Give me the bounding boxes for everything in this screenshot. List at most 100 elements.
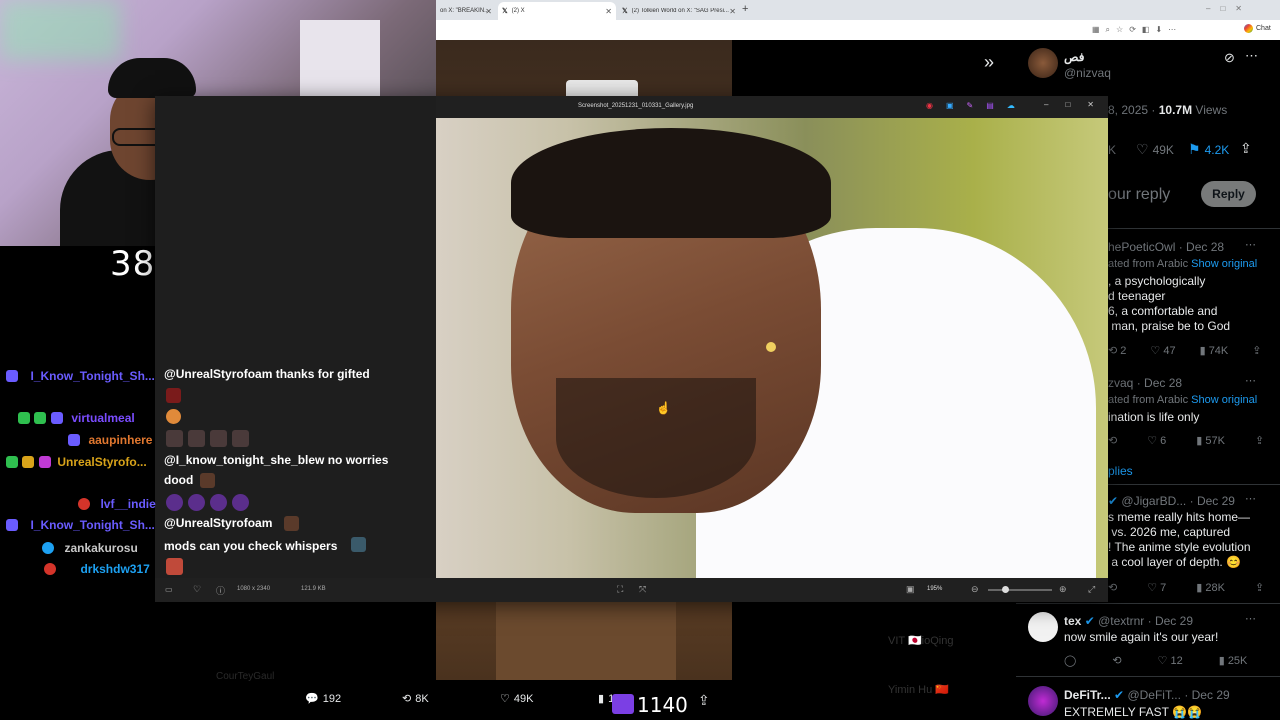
chat-username[interactable]: I_Know_Tonight_Sh... [30, 369, 154, 383]
like-button[interactable]: ♡ 49K [1136, 141, 1174, 158]
retweet-count[interactable]: K [1108, 143, 1116, 157]
like-count: 7 [1160, 582, 1167, 594]
browser-tab-bar: on X: "BREAKIN... ✕ 𝕏 (2) X ✕ 𝕏 (2) Tolk… [436, 0, 1280, 20]
reply-avatar[interactable] [1028, 686, 1058, 716]
crop-icon[interactable]: ▣ [946, 101, 954, 110]
share-icon[interactable]: ⇪ [1255, 434, 1264, 447]
chat-button[interactable]: Chat [1244, 24, 1271, 33]
favorite-icon[interactable]: ♡ [193, 584, 201, 595]
reply-text: s meme really hits home— vs. 2026 me, ca… [1108, 510, 1251, 569]
reply-item[interactable]: ✔ @JigarBD... · Dec 29 [1108, 494, 1235, 508]
like-button[interactable]: ♡ 7 [1147, 581, 1166, 594]
close-tab-icon[interactable]: ✕ [605, 7, 612, 16]
like-button[interactable]: ♡ 6 [1147, 434, 1166, 447]
show-original-link[interactable]: Show original [1191, 394, 1257, 406]
zoom-level[interactable]: 195% [927, 586, 942, 592]
reply-count-button[interactable]: 💬 192 [305, 692, 341, 706]
share-icon[interactable]: ⇪ [1255, 581, 1264, 594]
like-count-button[interactable]: ♡ 49K [500, 692, 534, 706]
more-icon[interactable]: ⋯ [1245, 48, 1258, 64]
reply-author[interactable]: hePoeticOwl [1108, 240, 1175, 254]
edit-icon[interactable]: ◉ [926, 101, 933, 110]
reply-author[interactable]: tex [1064, 614, 1081, 628]
reply-date: · Dec 28 [1178, 240, 1225, 254]
maximize-icon[interactable]: □ [1065, 100, 1070, 109]
actual-size-icon[interactable]: ▣ [906, 584, 915, 595]
chat-username[interactable]: aaupinhere [88, 433, 152, 447]
reply-avatar[interactable] [1028, 612, 1058, 642]
like-button[interactable]: ♡ 47 [1150, 344, 1175, 357]
viewer-photo[interactable]: ☝ [436, 118, 1108, 578]
likes-count: 49K [513, 692, 534, 705]
zoom-in-icon[interactable]: ⊕ [1059, 584, 1067, 595]
zoom-slider[interactable] [988, 586, 1052, 593]
more-icon[interactable]: ⋯ [1245, 238, 1256, 251]
browser-tab[interactable]: on X: "BREAKIN... ✕ [436, 2, 496, 20]
views-count: 57K [1205, 435, 1225, 447]
expand-icon[interactable]: » [984, 52, 994, 73]
show-replies-link[interactable]: plies [1108, 464, 1133, 478]
chat-username[interactable]: virtualmeal [71, 411, 134, 425]
more-icon[interactable]: ⋯ [1245, 612, 1256, 625]
bookmark-button[interactable]: ⚑ 4.2K [1188, 141, 1229, 158]
retweet-count-button[interactable]: ⟲ 8K [402, 692, 429, 706]
author-handle[interactable]: @nizvaq [1064, 66, 1111, 80]
retweet-button[interactable]: ⟲ 2 [1108, 344, 1126, 357]
zoom-slider-thumb[interactable] [1002, 586, 1009, 593]
chat-message: mods can you check whispers [164, 539, 338, 553]
reply-handle[interactable]: @DeFiT... [1127, 688, 1181, 702]
reply-input[interactable]: our reply [1108, 186, 1170, 204]
author-name[interactable]: فص [1064, 50, 1084, 64]
views-button[interactable]: ▮ 74K [1200, 344, 1229, 357]
reply-handle[interactable]: @textrnr [1098, 614, 1144, 628]
new-tab-button[interactable]: + [742, 3, 748, 15]
reply-author[interactable]: @JigarBD... [1121, 494, 1186, 508]
more-icon[interactable]: ⋯ [1245, 374, 1256, 387]
reply-item[interactable]: hePoeticOwl · Dec 28 [1108, 240, 1258, 254]
onedrive-icon[interactable]: ☁ [1007, 101, 1015, 110]
chat-username[interactable]: drkshdw317 [80, 562, 149, 576]
toolbar-icons[interactable]: ▦⌕☆⟳◧⬇⋯ [1092, 25, 1182, 35]
chat-line: I_Know_Tonight_Sh... [6, 367, 155, 385]
like-button[interactable]: ♡ 12 [1158, 654, 1183, 667]
reply-item[interactable]: tex ✔ @textrnr · Dec 29 [1064, 614, 1193, 628]
reply-icon[interactable]: ◯ [1064, 654, 1076, 667]
zoom-out-icon[interactable]: ⊖ [971, 584, 979, 595]
expand-icon[interactable]: ⤢ [1088, 584, 1095, 595]
reply-author[interactable]: zvaq [1108, 376, 1133, 390]
share-icon[interactable]: ⇪ [1252, 344, 1261, 357]
filmstrip-icon[interactable]: ▭ [165, 585, 173, 594]
chat-username[interactable]: I_Know_Tonight_Sh... [30, 518, 154, 532]
minimize-icon[interactable]: – [1044, 100, 1048, 109]
retweet-button[interactable]: ⟲ [1112, 654, 1121, 667]
show-original-link[interactable]: Show original [1191, 258, 1257, 270]
views-button[interactable]: ▮ 25K [1219, 654, 1248, 667]
retweet-button[interactable]: ⟲ [1108, 581, 1117, 594]
reply-item[interactable]: zvaq · Dec 28 [1108, 376, 1182, 390]
reply-item[interactable]: DeFiTr... ✔ @DeFiT... · Dec 29 [1064, 688, 1230, 702]
author-avatar[interactable] [1028, 48, 1058, 78]
close-tab-icon[interactable]: ✕ [729, 7, 736, 16]
designer-icon[interactable]: ▤ [986, 101, 994, 110]
close-tab-icon[interactable]: ✕ [485, 7, 492, 16]
views-button[interactable]: ▮ 57K [1196, 434, 1225, 447]
info-icon[interactable]: ⓘ [216, 584, 225, 597]
fullscreen-icon[interactable]: ⤧ [639, 584, 646, 595]
window-controls[interactable]: –□✕ [1206, 4, 1252, 13]
browser-tab[interactable]: 𝕏 (2) Tolkien World on X: "SAG Presi... … [618, 2, 740, 20]
grok-icon[interactable]: ⊘ [1224, 50, 1235, 66]
reply-author[interactable]: DeFiTr... [1064, 688, 1111, 702]
chat-username[interactable]: UnrealStyrofo... [57, 455, 146, 469]
chat-username[interactable]: lvf__indie [100, 497, 155, 511]
browser-tab-active[interactable]: 𝕏 (2) X ✕ [498, 2, 616, 20]
chat-username[interactable]: zankakurosu [64, 541, 137, 555]
share-button[interactable]: ⇪ [698, 692, 710, 709]
draw-icon[interactable]: ✎ [967, 101, 974, 110]
reply-button[interactable]: Reply [1201, 181, 1256, 207]
retweet-button[interactable]: ⟲ [1108, 434, 1117, 447]
more-icon[interactable]: ⋯ [1245, 492, 1256, 505]
share-icon[interactable]: ⇪ [1240, 140, 1252, 157]
close-icon[interactable]: ✕ [1087, 100, 1094, 109]
fit-icon[interactable]: ⛶ [617, 584, 623, 595]
views-button[interactable]: ▮ 28K [1196, 581, 1225, 594]
